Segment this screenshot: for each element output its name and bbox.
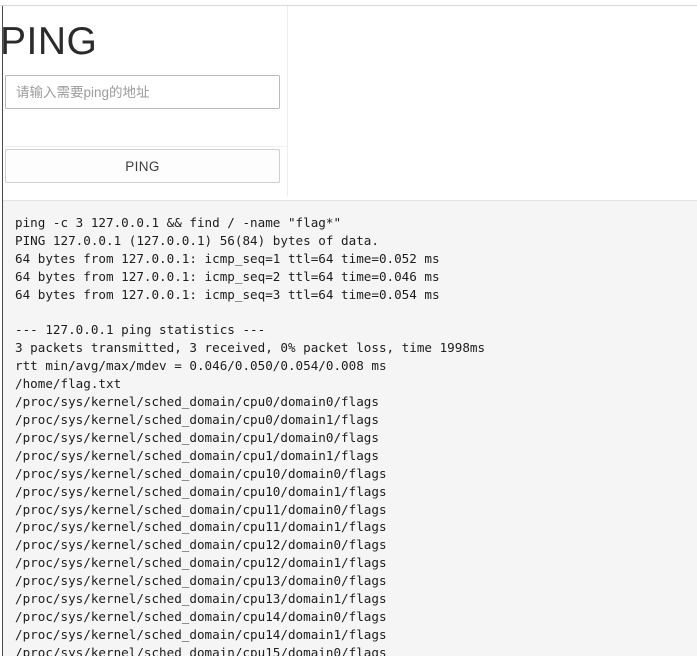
console-output-panel[interactable]: ping -c 3 127.0.0.1 && find / -name "fla… [3, 200, 697, 656]
ping-submit-button[interactable]: PING [5, 149, 280, 183]
form-container-right-edge [287, 6, 288, 196]
ping-address-input[interactable] [5, 75, 280, 109]
form-divider [5, 146, 287, 147]
page-top-rule [0, 5, 697, 6]
console-output-text: ping -c 3 127.0.0.1 && find / -name "fla… [15, 215, 486, 656]
page-title: PING [0, 20, 98, 63]
